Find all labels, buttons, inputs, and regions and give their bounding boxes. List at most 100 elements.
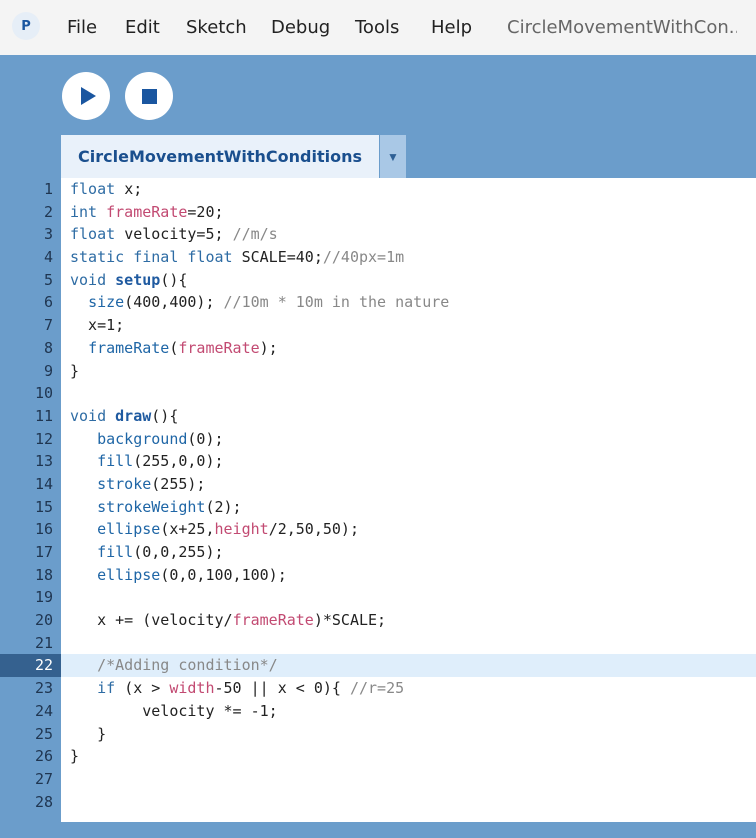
code-text: int frameRate=20; [70,201,224,224]
code-token: (2); [205,497,242,516]
code-token: fill [97,543,134,561]
code-line[interactable]: 5 void setup(){ [0,269,756,292]
code-token: setup [115,270,161,289]
line-number: 4 [43,248,53,267]
code-token: static final float [70,248,233,267]
code-token: (x+25, [160,520,215,539]
code-line[interactable]: 11 void draw(){ [0,405,756,428]
code-text: } [70,360,79,383]
code-line[interactable]: 7 x=1; [0,314,756,337]
menu-sketch[interactable]: Sketch [186,17,247,38]
code-text: background(0); [70,428,224,451]
code-text: strokeWeight(2); [70,496,242,519]
chevron-down-icon: ▼ [387,149,399,164]
code-line[interactable]: 4 static final float SCALE=40;//40px=1m [0,246,756,269]
code-text: stroke(255); [70,473,205,496]
code-text: if (x > width-50 || x < 0){ //r=25 [70,677,404,700]
line-number: 18 [34,565,53,584]
code-token: } [70,747,80,766]
code-line[interactable]: 23 if (x > width-50 || x < 0){ //r=25 [0,677,756,700]
code-token: } [70,361,80,380]
code-token: ellipse [97,520,161,539]
line-number: 11 [34,406,53,425]
code-line[interactable]: 24 velocity *= -1; [0,700,756,723]
menu-debug[interactable]: Debug [271,17,330,38]
code-token: //40px=1m [322,248,405,267]
menu-help[interactable]: Help [431,17,472,38]
code-token: x += (velocity/ [70,611,233,630]
code-token: -50 || x < 0){ [214,679,350,698]
code-line[interactable]: 6 size(400,400); //10m * 10m in the natu… [0,291,756,314]
code-lines[interactable]: 1 float x; 2 int frameRate=20; 3 float veloci… [0,178,756,813]
code-text: ellipse(x+25,height/2,50,50); [70,518,359,541]
run-button[interactable] [62,72,110,120]
code-token: float [70,180,116,198]
code-token: void [70,406,107,425]
code-token: velocity=5; [124,225,233,244]
code-token: (255); [151,474,206,493]
code-line[interactable]: 10 [0,382,756,405]
line-number: 6 [43,293,53,312]
code-token: (400,400); [124,293,224,312]
stop-button[interactable] [125,72,173,120]
code-token: (0,0,100,100); [160,565,287,584]
code-line[interactable]: 15 strokeWeight(2); [0,496,756,519]
code-line[interactable]: 16 ellipse(x+25,height/2,50,50); [0,518,756,541]
code-line[interactable]: 25 } [0,723,756,746]
code-token: ); [259,338,278,357]
line-number: 14 [34,474,53,493]
code-line[interactable]: 3 float velocity=5; //m/s [0,223,756,246]
code-token: (0,0,255); [133,543,224,561]
code-line[interactable]: 18 ellipse(0,0,100,100); [0,564,756,587]
code-line[interactable]: 28 [0,791,756,814]
code-line[interactable]: 2 int frameRate=20; [0,201,756,224]
menu-tools[interactable]: Tools [355,17,399,38]
code-token: (x > [124,679,170,698]
menu-bar: P File Edit Sketch Debug Tools Help Circ… [0,0,756,55]
code-line[interactable]: 13 fill(255,0,0); [0,450,756,473]
code-line[interactable]: 8 frameRate(frameRate); [0,337,756,360]
menu-edit[interactable]: Edit [125,17,160,38]
code-text: velocity *= -1; [70,700,277,723]
code-text: void draw(){ [70,405,178,428]
line-number: 15 [34,497,53,516]
code-line[interactable]: 17 fill(0,0,255); [0,541,756,564]
line-number: 12 [34,429,53,448]
code-token: frameRate [232,611,314,630]
code-line[interactable]: 12 background(0); [0,428,756,451]
code-line[interactable]: 9} [0,360,756,383]
code-token: frameRate [88,338,170,357]
code-line[interactable]: 19 [0,586,756,609]
code-line[interactable]: 1 float x; [0,178,756,201]
menu-file[interactable]: File [67,17,97,38]
code-token: stroke [97,474,152,493]
processing-logo-icon[interactable]: P [12,12,40,40]
line-number: 17 [34,543,53,561]
code-token: size [88,293,125,312]
line-number: 7 [43,316,53,335]
code-text: ellipse(0,0,100,100); [70,564,287,587]
code-token: ellipse [97,565,161,584]
code-line[interactable]: 27 [0,768,756,791]
code-token: =20; [187,202,224,221]
code-line[interactable]: 22 /*Adding condition*/ [0,654,756,677]
code-line[interactable]: 21 [0,632,756,655]
code-line[interactable]: 20 x += (velocity/frameRate)*SCALE; [0,609,756,632]
code-line[interactable]: 14 stroke(255); [0,473,756,496]
code-line[interactable]: 26} [0,745,756,768]
tab-sketch[interactable]: CircleMovementWithConditions [61,135,379,178]
code-token: (){ [160,270,188,289]
code-token: strokeWeight [97,497,206,516]
code-token: x=1; [70,316,125,335]
code-token: (0); [187,429,224,448]
code-text: } [70,745,79,768]
play-icon [80,87,96,105]
tab-menu-button[interactable]: ▼ [380,135,406,178]
code-text: fill(255,0,0); [70,450,223,473]
